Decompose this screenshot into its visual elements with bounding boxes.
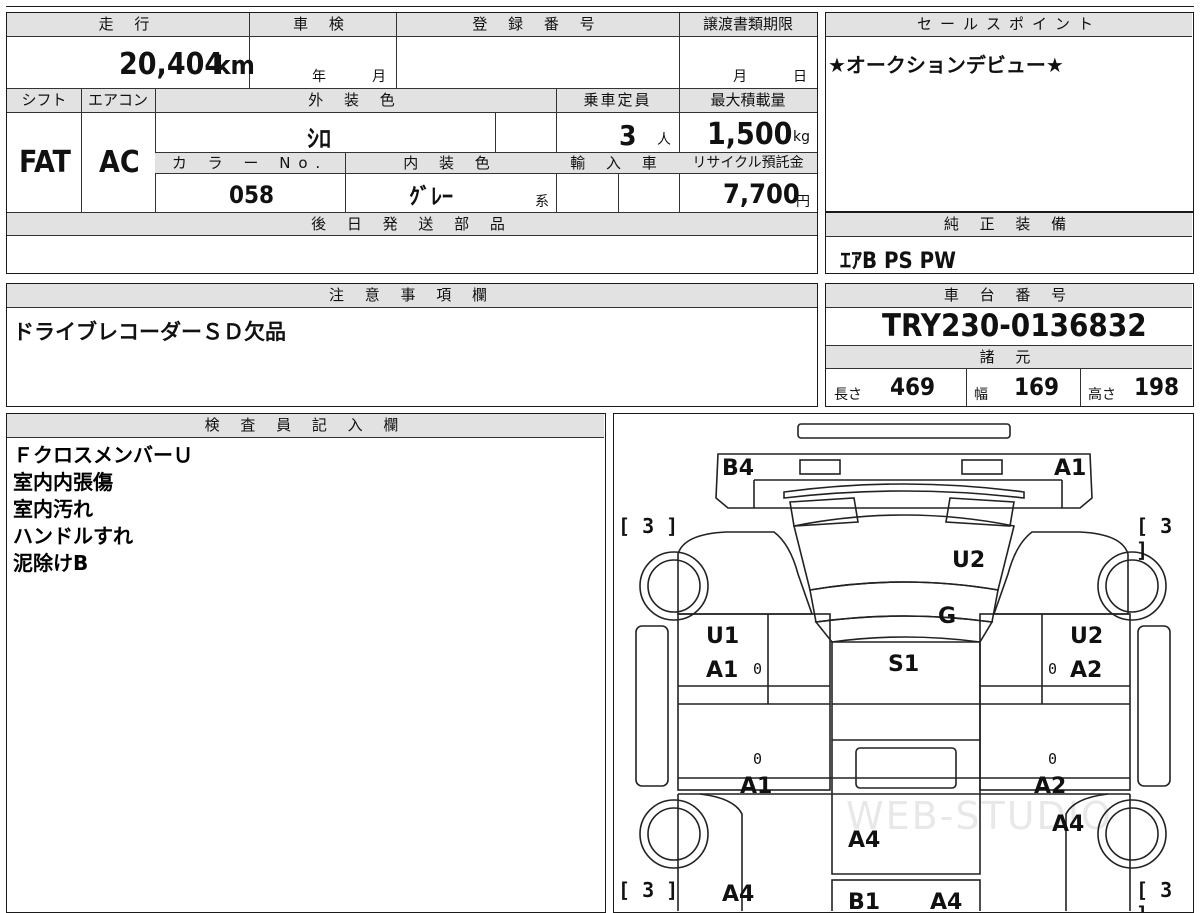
damage-label-b1-rear: B1 — [848, 890, 881, 913]
top-strip — [6, 0, 1194, 7]
genuine-equipment-header: 純 正 装 備 — [826, 213, 1192, 237]
damage-label-a1-left-sill: A1 — [740, 774, 773, 799]
length-label: 長さ — [834, 387, 862, 403]
genuine-equipment-value: ｴｱB PS PW — [840, 249, 956, 274]
exterior-value: ｼﾛ — [307, 125, 331, 153]
capacity-unit: 人 — [657, 132, 671, 148]
inspector-note-5: 泥除けB — [13, 551, 89, 575]
recycle-unit: 円 — [796, 194, 810, 210]
damage-label-u2-roof: U2 — [952, 548, 986, 573]
height-value: 198 — [1134, 373, 1180, 401]
damage-label-a4-bed: A4 — [848, 828, 881, 853]
transfer-day: 日 — [793, 69, 807, 85]
color-no-header: カ ラ ー No. — [155, 152, 345, 174]
interior-header: 内 装 色 — [345, 152, 556, 174]
damage-label-a4-left-rear: A4 — [722, 882, 755, 907]
height-label: 高さ — [1088, 387, 1116, 403]
zero-mark-right-lower: 0 — [1048, 750, 1058, 768]
inspector-box: 検 査 員 記 入 欄 ＦクロスメンバーＵ 室内内張傷 室内汚れ ハンドルすれ … — [6, 413, 606, 913]
recycle-header: リサイクル預託金 — [679, 152, 817, 174]
sales-point-header: セールスポイント — [826, 13, 1192, 37]
zero-mark-right-upper: 0 — [1048, 660, 1058, 678]
damage-label-a2-right-door: A2 — [1070, 658, 1103, 683]
inspector-note-1: ＦクロスメンバーＵ — [13, 443, 193, 467]
specs-header: 諸 元 — [826, 345, 1192, 369]
sales-point-value: ★オークションデビュー★ — [828, 53, 1064, 77]
damage-label-a1-front: A1 — [1054, 456, 1087, 481]
length-value: 469 — [890, 373, 936, 401]
inspector-note-3: 室内汚れ — [13, 497, 93, 521]
chassis-number: TRY230-0136832 — [882, 308, 1147, 344]
shift-header: シフト — [7, 89, 81, 113]
vehicle-info-table: 走 行 車 検 登 録 番 号 譲渡書類期限 20,404 km 年 月 月 日… — [6, 12, 818, 274]
capacity-header: 乗車定員 — [556, 89, 679, 113]
mileage-header: 走 行 — [7, 13, 249, 37]
tire-mark-front-left: [ 3 ] — [618, 514, 679, 538]
transfer-month: 月 — [733, 69, 747, 85]
caution-value: ドライブレコーダーＳＤ欠品 — [13, 320, 286, 344]
inspector-note-4: ハンドルすれ — [13, 524, 133, 548]
ac-header: エアコン — [81, 89, 155, 113]
interior-value: ｸﾞﾚｰ — [409, 185, 454, 210]
tire-mark-rear-right: [ 3 ] — [1136, 878, 1173, 912]
chassis-box: 車 台 番 号 TRY230-0136832 諸 元 長さ 469 幅 169 … — [825, 283, 1194, 407]
shift-value: FAT — [19, 145, 71, 180]
damage-label-b4-front: B4 — [722, 456, 755, 481]
ac-value: AC — [99, 145, 140, 180]
genuine-equipment-box: 純 正 装 備 ｴｱB PS PW — [825, 212, 1194, 274]
mileage-unit: km — [215, 51, 255, 81]
inspection-month: 月 — [372, 69, 386, 85]
mileage-value: 20,404 — [119, 47, 224, 82]
load-value: 1,500 — [707, 117, 793, 152]
inspection-header: 車 検 — [249, 13, 396, 37]
caution-box: 注 意 事 項 欄 ドライブレコーダーＳＤ欠品 — [6, 283, 818, 407]
later-parts-header: 後 日 発 送 部 品 — [7, 212, 817, 236]
inspector-header: 検 査 員 記 入 欄 — [7, 414, 604, 438]
damage-label-s1-center: S1 — [888, 652, 920, 677]
capacity-value: 3 — [619, 119, 637, 152]
damage-label-a4-rear: A4 — [930, 890, 963, 913]
damage-diagram-box: WEB-STUDIO [ 3 ] [ 3 ] [ 3 ] [ 3 ] B4 A1… — [613, 413, 1194, 913]
import-header: 輸 入 車 — [556, 152, 679, 174]
interior-suffix: 系 — [535, 194, 549, 210]
damage-label-a4-right-rear: A4 — [1052, 812, 1085, 837]
load-header: 最大積載量 — [679, 89, 817, 113]
chassis-header: 車 台 番 号 — [826, 284, 1192, 308]
damage-label-u2-right: U2 — [1070, 624, 1104, 649]
damage-label-a1-left-door: A1 — [706, 658, 739, 683]
registration-header: 登 録 番 号 — [396, 13, 679, 37]
zero-mark-left-lower: 0 — [753, 750, 763, 768]
damage-label-g-glass: G — [938, 604, 957, 629]
tire-mark-front-right: [ 3 ] — [1136, 514, 1173, 562]
damage-label-u1-left: U1 — [706, 624, 740, 649]
damage-label-a2-right-sill: A2 — [1034, 774, 1067, 799]
recycle-value: 7,700 — [723, 179, 800, 210]
width-value: 169 — [1014, 373, 1060, 401]
load-unit: kg — [793, 129, 810, 145]
zero-mark-left-upper: 0 — [753, 660, 763, 678]
exterior-header: 外 装 色 — [155, 89, 556, 113]
inspector-notes: ＦクロスメンバーＵ 室内内張傷 室内汚れ ハンドルすれ 泥除けB — [13, 442, 193, 577]
inspector-note-2: 室内内張傷 — [13, 470, 113, 494]
sales-point-box: セールスポイント ★オークションデビュー★ — [825, 12, 1194, 212]
inspection-year: 年 — [312, 69, 326, 85]
color-no-value: 058 — [229, 181, 275, 209]
caution-header: 注 意 事 項 欄 — [7, 284, 817, 308]
width-label: 幅 — [974, 387, 988, 403]
tire-mark-rear-left: [ 3 ] — [618, 878, 679, 902]
transfer-header: 譲渡書類期限 — [679, 13, 817, 37]
